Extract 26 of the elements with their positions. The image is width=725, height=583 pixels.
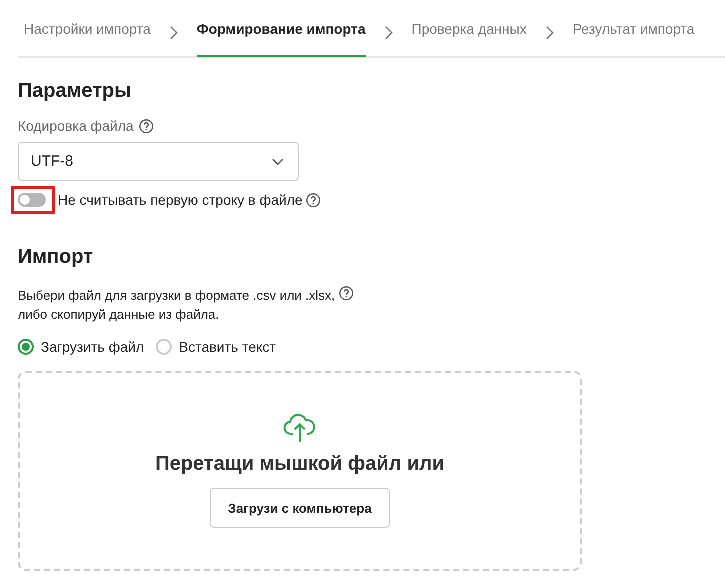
step-tab[interactable]: Формирование импорта: [196, 11, 366, 57]
chevron-icon: [544, 26, 555, 40]
help-icon[interactable]: [339, 286, 354, 301]
toggle-label: Не считывать первую строку в файле: [58, 192, 303, 208]
dropzone-title: Перетащи мышкой файл или: [155, 453, 445, 476]
step-tab[interactable]: Проверка данных: [412, 11, 527, 57]
upload-button[interactable]: Загрузи с компьютера: [210, 488, 390, 528]
dropzone[interactable]: Перетащи мышкой файл или Загрузи с компьютера: [18, 371, 582, 571]
radio-button[interactable]: [18, 339, 34, 355]
chevron-icon: [384, 26, 394, 40]
cloud-upload-icon: [283, 413, 317, 443]
chevron-down-icon: [272, 158, 284, 166]
section-heading: Параметры: [18, 79, 133, 104]
step-tab[interactable]: Результат импорта: [572, 11, 695, 57]
section-heading: Импорт: [18, 245, 94, 270]
radio-button[interactable]: [156, 339, 172, 355]
radio-label[interactable]: Загрузить файл: [41, 339, 144, 355]
step-tab[interactable]: Настройки импорта: [24, 11, 151, 57]
chevron-icon: [168, 26, 179, 40]
radio-label[interactable]: Вставить текст: [179, 339, 276, 355]
encoding-select[interactable]: UTF-8: [18, 142, 299, 181]
help-icon[interactable]: [138, 118, 154, 134]
field-label: Кодировка файла: [18, 118, 134, 134]
help-icon[interactable]: [306, 192, 321, 208]
toggle-switch[interactable]: [18, 193, 46, 207]
description-text: Выбери файл для загрузки в формате .csv или .xlsx, либо скопируй данные из файла.: [18, 287, 336, 324]
